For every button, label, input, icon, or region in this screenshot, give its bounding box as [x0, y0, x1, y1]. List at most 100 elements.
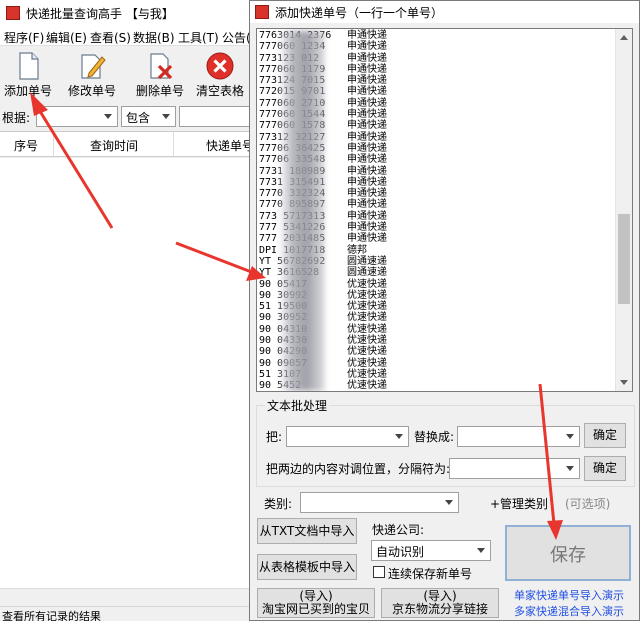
- import-txt-button[interactable]: 从TXT文档中导入: [257, 518, 357, 544]
- continuous-save-label: 连续保存新单号: [388, 567, 473, 581]
- grid-body[interactable]: [0, 158, 252, 588]
- filter-search-input[interactable]: [179, 106, 252, 127]
- carrier-name-text: 申通快递: [347, 222, 387, 234]
- optional-hint: (可选项): [565, 497, 611, 511]
- delete-document-icon: [150, 53, 173, 80]
- replace-from-select[interactable]: [286, 426, 409, 447]
- dialog-title-text: 添加快递单号（一行一个单号）: [275, 6, 444, 20]
- horizontal-scrollbar[interactable]: [0, 588, 252, 605]
- main-window: 快递批量查询高手 【与我】 程序(F) 编辑(E) 查看(S) 数据(B) 工具…: [0, 0, 252, 621]
- chevron-down-icon: [473, 542, 489, 559]
- single-carrier-demo-link[interactable]: 单家快递单号导入演示: [514, 587, 624, 603]
- carrier-name-text: 圆通速递: [347, 255, 387, 267]
- menu-program[interactable]: 程序(F): [4, 29, 44, 46]
- carrier-name-text: 申通快递: [347, 188, 387, 200]
- menu-edit[interactable]: 编辑(E): [46, 29, 87, 46]
- chevron-down-icon: [562, 460, 578, 477]
- scroll-thumb[interactable]: [618, 214, 630, 304]
- add-number-dialog: 添加快递单号（一行一个单号） 7763014 2376申通快递777060 12…: [249, 0, 640, 621]
- carrier-name-text: 申通快递: [347, 142, 387, 154]
- chevron-down-icon: [562, 428, 578, 445]
- carrier-name-text: 申通快递: [347, 131, 387, 143]
- chevron-down-icon: [100, 108, 116, 125]
- carrier-select[interactable]: 自动识别: [371, 540, 491, 561]
- carrier-name-text: 优速快递: [347, 289, 387, 301]
- status-text: 查看所有记录的结果: [2, 610, 101, 621]
- multi-carrier-demo-link[interactable]: 多家快递混合导入演示: [514, 603, 624, 619]
- chevron-down-icon: [441, 494, 457, 511]
- import-sheet-button[interactable]: 从表格模板中导入: [257, 554, 357, 580]
- column-separator: [173, 132, 174, 156]
- dialog-title-bar[interactable]: 添加快递单号（一行一个单号）: [250, 1, 639, 23]
- carrier-name-text: 申通快递: [347, 63, 387, 75]
- menu-notice[interactable]: 公告(: [222, 29, 251, 46]
- delete-number-button[interactable]: 删除单号: [134, 49, 186, 101]
- carrier-name-text: 优速快递: [347, 335, 387, 347]
- save-button[interactable]: 保存: [505, 525, 631, 581]
- tracking-number-textarea[interactable]: 7763014 2376申通快递777060 1234申通快递773123 01…: [256, 28, 633, 392]
- filter-field-select[interactable]: [36, 106, 118, 127]
- import-taobao-button[interactable]: (导入) 淘宝网已买到的宝贝: [257, 588, 375, 618]
- main-title-bar[interactable]: 快递批量查询高手 【与我】: [0, 0, 252, 26]
- carrier-name-text: 申通快递: [347, 41, 387, 53]
- filter-mode-value: 包含: [126, 111, 151, 125]
- carrier-name-text: 优速快递: [347, 312, 387, 324]
- category-select[interactable]: [300, 492, 459, 513]
- carrier-name-text: 优速快递: [347, 392, 387, 393]
- app-icon: [6, 6, 20, 20]
- edit-pencil-icon: [81, 54, 106, 79]
- carrier-name-text: 德邦: [347, 244, 367, 256]
- filter-row: 根据: 包含: [0, 105, 252, 129]
- toolbar: 添加单号 修改单号 删除单号 清空表格: [0, 47, 252, 103]
- menu-tools[interactable]: 工具(T): [178, 29, 219, 46]
- continuous-save-checkbox[interactable]: [373, 566, 385, 578]
- status-bar: 查看所有记录的结果: [0, 606, 252, 621]
- save-button-label: 保存: [550, 545, 586, 566]
- replace-confirm-button[interactable]: 确定: [584, 423, 626, 448]
- tracking-line: 90 5432优速快递: [259, 392, 609, 393]
- carrier-name-text: 申通快递: [347, 210, 387, 222]
- carrier-name-text: 申通快递: [347, 199, 387, 211]
- carrier-name-text: 申通快递: [347, 75, 387, 87]
- clear-table-button[interactable]: 清空表格: [194, 49, 246, 101]
- scroll-down-icon[interactable]: [616, 374, 632, 391]
- textarea-vertical-scrollbar[interactable]: [615, 29, 632, 391]
- add-number-button[interactable]: 添加单号: [2, 49, 54, 101]
- replace-to-label: 替换成:: [414, 430, 455, 444]
- menu-data[interactable]: 数据(B): [133, 29, 175, 46]
- column-header-query-time[interactable]: 查询时间: [90, 137, 138, 154]
- menu-view[interactable]: 查看(S): [90, 29, 131, 46]
- privacy-blur: [279, 31, 325, 391]
- carrier-label: 快递公司:: [372, 523, 425, 537]
- carrier-name-text: 申通快递: [347, 233, 387, 245]
- edit-number-button[interactable]: 修改单号: [66, 49, 118, 101]
- column-header-tracking-number[interactable]: 快递单号: [206, 137, 252, 154]
- replace-to-select[interactable]: [457, 426, 580, 447]
- tracking-number-text: 90 5432: [259, 392, 347, 393]
- filter-label: 根据:: [2, 111, 31, 125]
- carrier-name-text: 申通快递: [347, 52, 387, 64]
- carrier-name-text: 优速快递: [347, 346, 387, 358]
- carrier-name-text: 申通快递: [347, 97, 387, 109]
- column-header-index[interactable]: 序号: [14, 137, 38, 154]
- category-label: 类别:: [264, 497, 293, 511]
- carrier-name-text: 申通快递: [347, 30, 387, 41]
- chevron-down-icon: [158, 108, 174, 125]
- carrier-name-text: 优速快递: [347, 301, 387, 313]
- carrier-name-text: 申通快递: [347, 176, 387, 188]
- import-taobao-line2: 淘宝网已买到的宝贝: [261, 602, 370, 616]
- filter-mode-select[interactable]: 包含: [121, 106, 176, 127]
- text-batch-caption: 文本批处理: [265, 397, 330, 414]
- import-jd-button[interactable]: (导入) 京东物流分享链接: [381, 588, 499, 618]
- manage-category-link[interactable]: +管理类别: [490, 495, 548, 512]
- replace-from-label: 把:: [266, 430, 283, 444]
- carrier-name-text: 优速快递: [347, 278, 387, 290]
- scroll-up-icon[interactable]: [616, 29, 632, 46]
- swap-confirm-button[interactable]: 确定: [584, 456, 626, 481]
- separator-select[interactable]: [449, 458, 580, 479]
- swap-sides-label: 把两边的内容对调位置，分隔符为:: [266, 462, 451, 476]
- main-title-text: 快递批量查询高手 【与我】: [26, 7, 174, 21]
- add-number-label: 添加单号: [3, 84, 52, 98]
- import-jd-line2: 京东物流分享链接: [391, 602, 488, 616]
- carrier-name-text: 申通快递: [347, 165, 387, 177]
